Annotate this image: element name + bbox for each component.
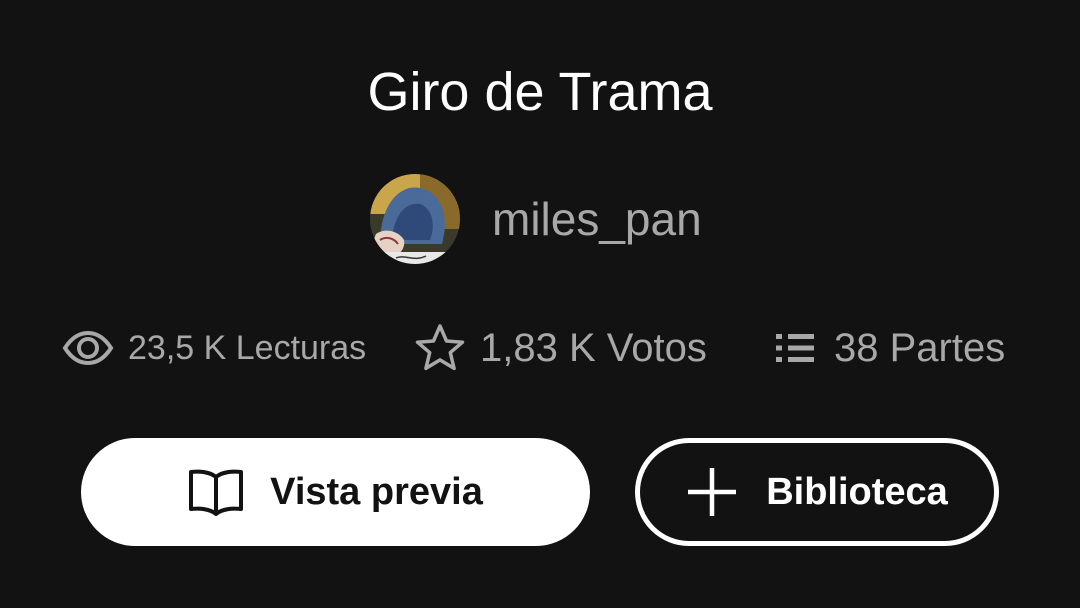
preview-button-label: Vista previa xyxy=(270,470,483,513)
author-avatar[interactable] xyxy=(370,174,460,264)
plus-icon xyxy=(686,466,738,518)
reads-count: 23,5 K Lecturas xyxy=(128,328,367,367)
author-row[interactable]: miles_pan xyxy=(370,173,702,265)
stat-reads: 23,5 K Lecturas xyxy=(62,320,366,376)
stat-parts: 38 Partes xyxy=(774,320,1005,376)
story-title: Giro de Trama xyxy=(367,62,713,122)
votes-count: 1,83 K Votos xyxy=(480,325,707,370)
stat-votes: 1,83 K Votos xyxy=(414,320,707,376)
parts-count: 38 Partes xyxy=(834,325,1006,370)
book-open-icon xyxy=(188,467,244,517)
add-to-library-button[interactable]: Biblioteca xyxy=(635,438,999,546)
star-icon xyxy=(414,323,466,373)
preview-button[interactable]: Vista previa xyxy=(81,438,590,546)
eye-icon xyxy=(62,331,114,365)
library-button-label: Biblioteca xyxy=(766,470,948,513)
list-icon xyxy=(774,331,816,365)
author-username[interactable]: miles_pan xyxy=(492,191,702,247)
